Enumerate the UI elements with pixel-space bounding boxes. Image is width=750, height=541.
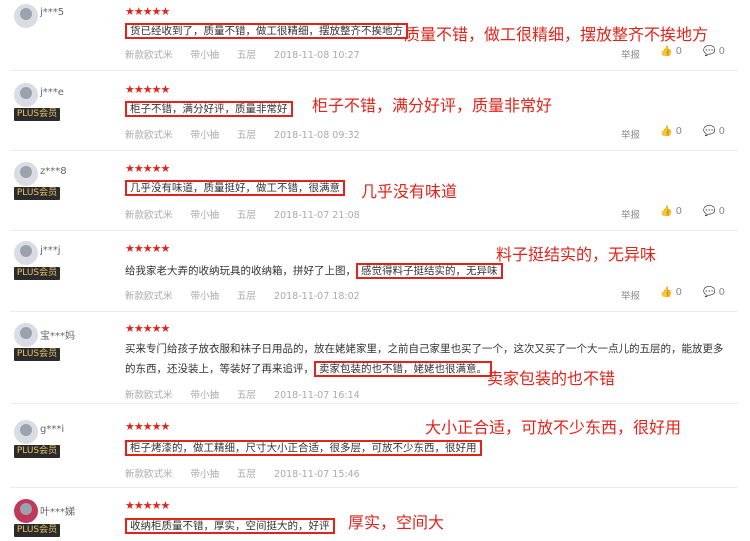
product-meta: 新款欧式米 带小抽 五层 2018-11-07 15:46 xyxy=(125,469,360,480)
product-meta: 新款欧式米 带小抽 五层 2018-11-07 16:14 xyxy=(125,390,360,401)
highlighted-text: 感觉得料子挺结实的，无异味 xyxy=(356,263,503,279)
highlighted-text: 货已经收到了，质量不错，做工很精细，摆放整齐不挨地方 xyxy=(125,23,408,39)
comment-icon: 💬 xyxy=(703,206,716,217)
divider xyxy=(10,230,738,231)
username[interactable]: z***8 xyxy=(40,166,67,177)
comment-icon: 💬 xyxy=(703,126,716,137)
annotation: 大小正合适，可放不少东西，很好用 xyxy=(425,418,682,437)
report-link[interactable]: 举报 xyxy=(621,127,640,141)
thumbs-up-icon: 👍 xyxy=(660,206,673,217)
review-body: 给我家老大弄的收纳玩具的收纳箱，拼好了上图， xyxy=(125,265,356,277)
star-rating: ★★★★★ xyxy=(125,162,170,175)
annotation: 料子挺结实的，无异味 xyxy=(496,245,657,264)
like-button[interactable]: 👍 0 xyxy=(660,206,682,217)
like-button[interactable]: 👍 0 xyxy=(660,126,682,137)
review-text: 几乎没有味道，质量挺好，做工不错，很满意 xyxy=(125,178,345,198)
annotation: 几乎没有味道 xyxy=(361,182,458,201)
thumbs-up-icon: 👍 xyxy=(660,126,673,137)
annotation: 柜子不错，满分好评，质量非常好 xyxy=(312,96,553,115)
avatar[interactable] xyxy=(14,241,38,265)
like-button[interactable]: 👍 0 xyxy=(660,46,682,57)
plus-member-badge: PLUS会员 xyxy=(14,348,60,361)
username[interactable]: j***e xyxy=(40,87,64,98)
highlighted-text: 收纳柜质量不错，厚实，空间挺大的，好评 xyxy=(125,518,335,534)
divider xyxy=(10,70,738,71)
star-rating: ★★★★★ xyxy=(125,242,170,255)
divider xyxy=(10,487,738,488)
username[interactable]: j***5 xyxy=(40,7,64,18)
comment-icon: 💬 xyxy=(703,46,716,57)
review-body: 的东西，还没装上，等装好了再来追评， xyxy=(125,363,314,375)
report-link[interactable]: 举报 xyxy=(621,47,640,61)
username[interactable]: j***j xyxy=(40,245,61,256)
product-meta: 新款欧式米 带小抽 五层 2018-11-07 21:08 xyxy=(125,210,360,221)
plus-member-badge: PLUS会员 xyxy=(14,524,60,537)
star-rating: ★★★★★ xyxy=(125,499,170,512)
star-rating: ★★★★★ xyxy=(125,5,170,18)
highlighted-text: 卖家包装的也不错，姥姥也很满意。 xyxy=(314,361,492,377)
annotation: 质量不错，做工很精细，摆放整齐不挨地方 xyxy=(404,25,709,44)
username[interactable]: g***i xyxy=(40,424,64,435)
highlighted-text: 柜子不错，满分好评，质量非常好 xyxy=(125,101,293,117)
username[interactable]: 叶***娣 xyxy=(40,503,75,518)
divider xyxy=(10,311,738,312)
review-body: 买来专门给孩子放衣服和袜子日用品的，放在姥姥家里，之前自己家里也买了一个，这次又… xyxy=(125,343,724,355)
divider xyxy=(10,403,738,404)
like-button[interactable]: 👍 0 xyxy=(660,287,682,298)
review-text: 柜子烤漆的，做工精细，尺寸大小正合适，很多层，可放不少东西，很好用 xyxy=(125,438,482,458)
review-text: 给我家老大弄的收纳玩具的收纳箱，拼好了上图， 感觉得料子挺结实的，无异味 xyxy=(125,261,503,281)
product-meta: 新款欧式米 带小抽 五层 2018-11-07 18:02 xyxy=(125,291,360,302)
avatar[interactable] xyxy=(14,83,38,107)
divider xyxy=(10,150,738,151)
review-text: 柜子不错，满分好评，质量非常好 xyxy=(125,99,293,119)
comment-icon: 💬 xyxy=(703,287,716,298)
avatar[interactable] xyxy=(14,323,38,347)
star-rating: ★★★★★ xyxy=(125,83,170,96)
avatar[interactable] xyxy=(14,499,38,523)
annotation: 卖家包装的也不错 xyxy=(487,369,616,388)
comment-button[interactable]: 💬 0 xyxy=(703,46,725,57)
comment-button[interactable]: 💬 0 xyxy=(703,126,725,137)
star-rating: ★★★★★ xyxy=(125,322,170,335)
plus-member-badge: PLUS会员 xyxy=(14,187,60,200)
avatar[interactable] xyxy=(14,420,38,444)
avatar[interactable] xyxy=(14,162,38,186)
report-link[interactable]: 举报 xyxy=(621,288,640,302)
highlighted-text: 柜子烤漆的，做工精细，尺寸大小正合适，很多层，可放不少东西，很好用 xyxy=(125,440,482,456)
product-meta: 新款欧式米 带小抽 五层 2018-11-08 10:27 xyxy=(125,50,360,61)
highlighted-text: 几乎没有味道，质量挺好，做工不错，很满意 xyxy=(125,180,345,196)
thumbs-up-icon: 👍 xyxy=(660,46,673,57)
annotation: 厚实，空间大 xyxy=(348,513,445,532)
plus-member-badge: PLUS会员 xyxy=(14,267,60,280)
plus-member-badge: PLUS会员 xyxy=(14,108,60,121)
review-text: 收纳柜质量不错，厚实，空间挺大的，好评 xyxy=(125,516,335,536)
avatar[interactable] xyxy=(14,4,38,28)
thumbs-up-icon: 👍 xyxy=(660,287,673,298)
star-rating: ★★★★★ xyxy=(125,420,170,433)
product-meta: 新款欧式米 带小抽 五层 2018-11-08 09:32 xyxy=(125,130,360,141)
plus-member-badge: PLUS会员 xyxy=(14,445,60,458)
report-link[interactable]: 举报 xyxy=(621,207,640,221)
review-text: 买来专门给孩子放衣服和袜子日用品的，放在姥姥家里，之前自己家里也买了一个，这次又… xyxy=(125,339,724,379)
review-text: 货已经收到了，质量不错，做工很精细，摆放整齐不挨地方 xyxy=(125,21,408,41)
comment-button[interactable]: 💬 0 xyxy=(703,206,725,217)
comment-button[interactable]: 💬 0 xyxy=(703,287,725,298)
username[interactable]: 宝***妈 xyxy=(40,327,75,342)
